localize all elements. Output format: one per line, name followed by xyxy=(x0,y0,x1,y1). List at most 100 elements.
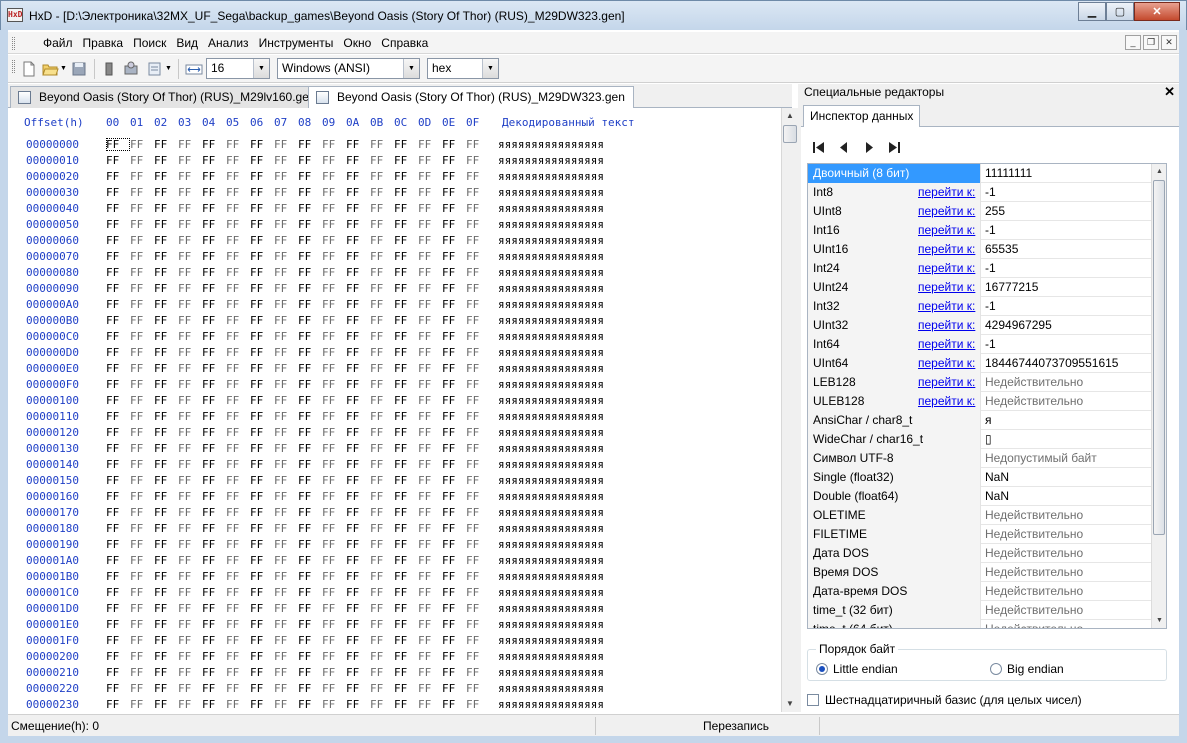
hex-byte[interactable]: FF xyxy=(418,538,442,551)
inspector-value[interactable]: NaN xyxy=(980,487,1152,506)
hex-byte[interactable]: FF xyxy=(442,170,466,183)
inspector-row[interactable]: WideChar / char16_t ▯ xyxy=(808,430,1152,449)
hex-byte[interactable]: FF xyxy=(394,266,418,279)
hex-byte[interactable]: FF xyxy=(418,650,442,663)
hex-byte[interactable]: FF xyxy=(466,442,490,455)
hex-byte[interactable]: FF xyxy=(130,314,154,327)
inspector-value[interactable]: 65535 xyxy=(980,240,1152,259)
hex-byte[interactable]: FF xyxy=(154,282,178,295)
hex-byte[interactable]: FF xyxy=(226,698,250,711)
hex-byte[interactable]: FF xyxy=(442,410,466,423)
hex-byte[interactable]: FF xyxy=(418,426,442,439)
hex-byte[interactable]: FF xyxy=(274,666,298,679)
hex-byte[interactable]: FF xyxy=(370,586,394,599)
hex-row[interactable]: 000001F0 FF FF FF FF FF FF FF FF FF FF FF FF FF FF FF FF… xyxy=(26,634,604,647)
hex-byte[interactable]: FF xyxy=(466,330,490,343)
hex-row[interactable]: 00000060 FF FF FF FF FF FF FF FF FF FF FF FF FF FF FF FF… xyxy=(26,234,604,247)
hex-byte[interactable]: FF xyxy=(322,378,346,391)
hex-byte[interactable]: FF xyxy=(370,666,394,679)
menu-item[interactable]: Правка xyxy=(78,35,129,51)
hex-byte[interactable]: FF xyxy=(274,218,298,231)
hex-row[interactable]: 000000F0 FF FF FF FF FF FF FF FF FF FF FF FF FF FF FF FF… xyxy=(26,378,604,391)
tab-file-m29lv160[interactable]: Beyond Oasis (Story Of Thor) (RUS)_M29lv… xyxy=(10,86,325,108)
hex-byte[interactable]: FF xyxy=(106,282,130,295)
hex-byte[interactable]: FF xyxy=(202,314,226,327)
hex-byte[interactable]: FF xyxy=(298,490,322,503)
hex-byte[interactable]: FF xyxy=(226,378,250,391)
hex-byte[interactable]: FF xyxy=(274,282,298,295)
hex-byte[interactable]: FF xyxy=(130,506,154,519)
hex-byte[interactable]: FF xyxy=(106,538,130,551)
hex-byte[interactable]: FF xyxy=(226,618,250,631)
hex-byte[interactable]: FF xyxy=(250,554,274,567)
hex-byte[interactable]: FF xyxy=(226,266,250,279)
hex-byte[interactable]: FF xyxy=(394,458,418,471)
hex-byte[interactable]: FF xyxy=(178,394,202,407)
hex-byte[interactable]: FF xyxy=(202,554,226,567)
hex-byte[interactable]: FF xyxy=(322,218,346,231)
hex-byte[interactable]: FF xyxy=(106,234,130,247)
hex-byte[interactable]: FF xyxy=(226,570,250,583)
hex-byte[interactable]: FF xyxy=(202,202,226,215)
hex-byte[interactable]: FF xyxy=(226,330,250,343)
hex-byte[interactable]: FF xyxy=(418,570,442,583)
decoded-text[interactable]: яяяяяяяяяяяяяяяя xyxy=(498,506,604,519)
hex-row[interactable]: 000000D0 FF FF FF FF FF FF FF FF FF FF FF FF FF FF FF FF… xyxy=(26,346,604,359)
hex-byte[interactable]: FF xyxy=(346,474,370,487)
hex-byte[interactable]: FF xyxy=(250,634,274,647)
view-options-icon[interactable] xyxy=(146,60,164,78)
decoded-text[interactable]: яяяяяяяяяяяяяяяя xyxy=(498,282,604,295)
hex-byte[interactable]: FF xyxy=(370,282,394,295)
hex-byte[interactable]: FF xyxy=(130,522,154,535)
hex-byte[interactable]: FF xyxy=(106,154,130,167)
decoded-text[interactable]: яяяяяяяяяяяяяяяя xyxy=(498,202,604,215)
hex-byte[interactable]: FF xyxy=(370,538,394,551)
inspector-value[interactable]: Недействительно xyxy=(980,563,1152,582)
hex-byte[interactable]: FF xyxy=(250,346,274,359)
hex-byte[interactable]: FF xyxy=(346,170,370,183)
inspector-value[interactable]: -1 xyxy=(980,221,1152,240)
hex-byte[interactable]: FF xyxy=(298,426,322,439)
hex-scrollbar[interactable]: ▲ ▼ xyxy=(781,108,798,712)
hex-byte[interactable]: FF xyxy=(106,602,130,615)
hex-byte[interactable]: FF xyxy=(466,458,490,471)
hex-byte[interactable]: FF xyxy=(202,330,226,343)
hex-byte[interactable]: FF xyxy=(322,298,346,311)
hex-byte[interactable]: FF xyxy=(346,330,370,343)
hex-byte[interactable]: FF xyxy=(322,186,346,199)
inspector-value[interactable]: -1 xyxy=(980,259,1152,278)
hex-byte[interactable]: FF xyxy=(346,650,370,663)
hex-byte[interactable]: FF xyxy=(418,330,442,343)
hex-byte[interactable]: FF xyxy=(418,682,442,695)
hex-byte[interactable]: FF xyxy=(418,202,442,215)
hex-byte[interactable]: FF xyxy=(202,698,226,711)
tab-data-inspector[interactable]: Инспектор данных xyxy=(803,105,921,127)
hex-byte[interactable]: FF xyxy=(130,586,154,599)
hex-byte[interactable]: FF xyxy=(250,650,274,663)
inspector-row[interactable]: Дата-время DOS Недействительно xyxy=(808,582,1152,601)
hex-byte[interactable]: FF xyxy=(106,266,130,279)
hex-byte[interactable]: FF xyxy=(370,682,394,695)
hex-byte[interactable]: FF xyxy=(418,170,442,183)
hex-row[interactable]: 00000110 FF FF FF FF FF FF FF FF FF FF FF FF FF FF FF FF… xyxy=(26,410,604,423)
hex-byte[interactable]: FF xyxy=(202,522,226,535)
hex-byte[interactable]: FF xyxy=(154,218,178,231)
hex-byte[interactable]: FF xyxy=(130,298,154,311)
hex-byte[interactable]: FF xyxy=(442,586,466,599)
hex-byte[interactable]: FF xyxy=(154,602,178,615)
hex-byte[interactable]: FF xyxy=(322,458,346,471)
hex-byte[interactable]: FF xyxy=(466,394,490,407)
hex-byte[interactable]: FF xyxy=(106,586,130,599)
hex-byte[interactable]: FF xyxy=(442,266,466,279)
hex-byte[interactable]: FF xyxy=(442,618,466,631)
menu-item[interactable]: Инструменты xyxy=(254,35,339,51)
hex-byte[interactable]: FF xyxy=(394,410,418,423)
hex-byte[interactable]: FF xyxy=(202,666,226,679)
hex-byte[interactable]: FF xyxy=(274,522,298,535)
status-mode[interactable]: Перезапись xyxy=(700,717,820,735)
hex-byte[interactable]: FF xyxy=(394,282,418,295)
hex-byte[interactable]: FF xyxy=(250,250,274,263)
hex-byte[interactable]: FF xyxy=(178,186,202,199)
decoded-text[interactable]: яяяяяяяяяяяяяяяя xyxy=(498,378,604,391)
hex-byte[interactable]: FF xyxy=(346,234,370,247)
